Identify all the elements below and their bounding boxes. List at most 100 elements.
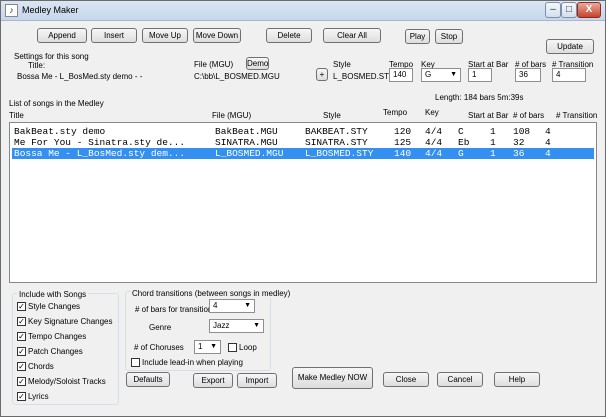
song-row-selected[interactable]: Bossa Me - L_BosMed.sty dem... L_BOSMED.… (12, 148, 594, 159)
close-button[interactable]: Close (383, 372, 429, 387)
choruses-label: # of Choruses (134, 343, 184, 352)
checkmark-icon: ✓ (17, 392, 26, 401)
song-title: Me For You - Sinatra.sty de... (14, 137, 186, 148)
song-transition: 4 (545, 148, 551, 159)
song-list[interactable]: BakBeat.sty demo BakBeat.MGU BAKBEAT.STY… (9, 122, 597, 283)
make-medley-now-button[interactable]: Make Medley NOW (292, 367, 373, 389)
style-value: L_BOSMED.STY (333, 72, 395, 81)
transition-bars-select[interactable]: 4 ▼ (209, 299, 255, 313)
song-transition: 4 (545, 126, 551, 137)
key-select[interactable]: G ▼ (421, 68, 461, 82)
song-start-bar: 1 (490, 126, 496, 137)
key-signature-changes-checkbox[interactable]: ✓ Key Signature Changes (17, 316, 117, 328)
checkmark-icon: ✓ (17, 317, 26, 326)
title-value[interactable]: Bossa Me - L_BosMed.sty demo - - (17, 72, 142, 81)
chevron-down-icon: ▼ (210, 343, 217, 350)
stop-button[interactable]: Stop (435, 29, 463, 44)
checkmark-icon: ✓ (17, 302, 26, 311)
clear-all-button[interactable]: Clear All (323, 28, 381, 43)
chords-checkbox[interactable]: ✓ Chords (17, 361, 117, 373)
file-label: File (MGU) (194, 60, 234, 69)
col-bars[interactable]: # of bars (513, 111, 544, 120)
help-button[interactable]: Help (494, 372, 540, 387)
start-bar-input[interactable]: 1 (468, 68, 492, 82)
song-tempo: 125 (394, 137, 412, 148)
col-start[interactable]: Start at Bar (468, 111, 508, 120)
append-button[interactable]: Append (37, 28, 87, 43)
choruses-value: 1 (198, 342, 203, 351)
song-file: L_BOSMED.MGU (215, 148, 284, 159)
col-tempo[interactable]: Tempo (383, 108, 407, 117)
plus-button[interactable]: + (316, 68, 328, 81)
song-bars: 36 (513, 148, 525, 159)
move-down-button[interactable]: Move Down (193, 28, 241, 43)
app-icon: ♪ (5, 4, 18, 17)
chevron-down-icon: ▼ (244, 302, 251, 309)
song-start-bar: 1 (490, 148, 496, 159)
checkbox-label: Include lead-in when playing (142, 358, 243, 367)
checkbox-label: Lyrics (28, 392, 49, 401)
checkbox-label: Tempo Changes (28, 332, 87, 341)
col-transition[interactable]: # Transition (556, 111, 597, 120)
checkmark-icon: ✓ (17, 377, 26, 386)
lyrics-checkbox[interactable]: ✓ Lyrics (17, 391, 117, 403)
tempo-changes-checkbox[interactable]: ✓ Tempo Changes (17, 331, 117, 343)
demo-button[interactable]: Demo (246, 57, 269, 70)
cancel-button[interactable]: Cancel (437, 372, 483, 387)
song-tempo: 140 (394, 148, 412, 159)
unchecked-box-icon (131, 358, 140, 367)
insert-button[interactable]: Insert (91, 28, 137, 43)
song-time-signature: 4/4 (425, 137, 443, 148)
bars-input[interactable]: 36 (515, 68, 541, 82)
checkbox-label: Patch Changes (28, 347, 83, 356)
song-row[interactable]: Me For You - Sinatra.sty de... SINATRA.M… (12, 137, 594, 148)
song-time-signature: 4/4 (425, 126, 443, 137)
settings-heading: Settings for this song (14, 52, 89, 61)
include-lead-in-checkbox[interactable]: Include lead-in when playing (131, 357, 251, 369)
genre-select[interactable]: Jazz ▼ (209, 319, 264, 333)
delete-button[interactable]: Delete (266, 28, 312, 43)
chord-transitions-heading: Chord transitions (between songs in medl… (131, 289, 292, 298)
melody-soloist-tracks-checkbox[interactable]: ✓ Melody/Soloist Tracks (17, 376, 117, 388)
song-tempo: 120 (394, 126, 412, 137)
song-style: SINATRA.STY (305, 137, 368, 148)
song-transition: 4 (545, 137, 551, 148)
transition-bars-label: # of bars for transitions (135, 305, 217, 314)
patch-changes-checkbox[interactable]: ✓ Patch Changes (17, 346, 117, 358)
genre-value: Jazz (213, 321, 230, 330)
song-row[interactable]: BakBeat.sty demo BakBeat.MGU BAKBEAT.STY… (12, 126, 594, 137)
transition-input[interactable]: 4 (552, 68, 586, 82)
title-bar[interactable]: ♪ Medley Maker – □ X (1, 1, 605, 21)
col-file[interactable]: File (MGU) (212, 111, 251, 120)
export-button[interactable]: Export (193, 373, 233, 388)
maximize-icon[interactable]: □ (561, 2, 577, 18)
song-start-bar: 1 (490, 137, 496, 148)
col-style[interactable]: Style (323, 111, 341, 120)
defaults-button[interactable]: Defaults (126, 372, 170, 387)
choruses-select[interactable]: 1 ▼ (194, 340, 221, 354)
close-window-icon[interactable]: X (577, 2, 601, 18)
medley-length: Length: 184 bars 5m:39s (435, 93, 524, 102)
style-changes-checkbox[interactable]: ✓ Style Changes (17, 301, 117, 313)
move-up-button[interactable]: Move Up (142, 28, 188, 43)
checkbox-label: Key Signature Changes (28, 317, 113, 326)
song-key: Eb (458, 137, 470, 148)
import-button[interactable]: Import (237, 373, 277, 388)
loop-checkbox[interactable]: Loop (228, 342, 268, 354)
checkmark-icon: ✓ (17, 332, 26, 341)
list-heading: List of songs in the Medley (9, 99, 104, 108)
song-file: SINATRA.MGU (215, 137, 278, 148)
col-title[interactable]: Title (9, 111, 24, 120)
key-select-value: G (425, 70, 432, 79)
song-key: G (458, 148, 464, 159)
checkbox-label: Loop (239, 343, 257, 352)
chevron-down-icon: ▼ (450, 71, 457, 78)
song-time-signature: 4/4 (425, 148, 443, 159)
col-key[interactable]: Key (425, 108, 439, 117)
tempo-input[interactable]: 140 (389, 68, 413, 82)
checkmark-icon: ✓ (17, 362, 26, 371)
update-button[interactable]: Update (546, 39, 594, 54)
file-value: C:\bb\L_BOSMED.MGU (194, 72, 280, 81)
minimize-icon[interactable]: – (545, 2, 561, 18)
play-button[interactable]: Play (405, 29, 430, 44)
